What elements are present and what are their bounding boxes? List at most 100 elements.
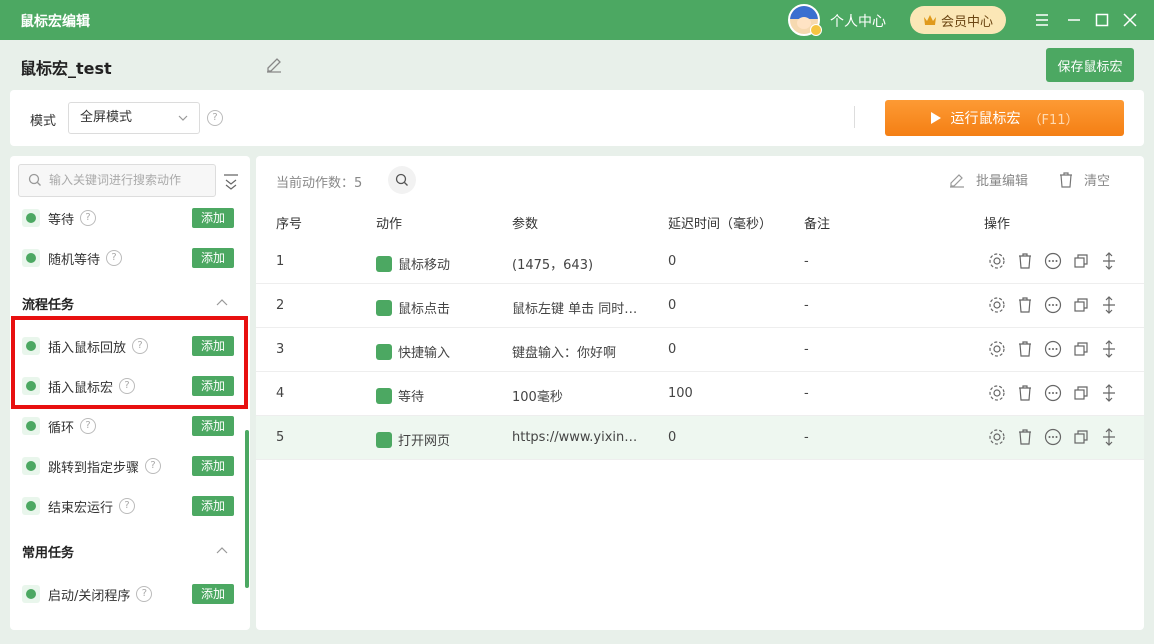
clear-button[interactable]: 清空 bbox=[1058, 170, 1110, 189]
cell-action: 打开网页 bbox=[376, 430, 450, 449]
sidebar-item-wait: 等待 ? 添加 bbox=[22, 206, 234, 230]
program-icon bbox=[22, 585, 40, 603]
settings-icon[interactable] bbox=[988, 252, 1006, 270]
copy-icon[interactable] bbox=[1072, 296, 1090, 314]
close-icon[interactable] bbox=[1120, 10, 1140, 30]
mouse-click-icon bbox=[376, 300, 392, 316]
copy-icon[interactable] bbox=[1072, 340, 1090, 358]
run-macro-button[interactable]: 运行鼠标宏 （F11） bbox=[885, 100, 1124, 136]
cell-note: - bbox=[804, 386, 809, 401]
mode-label: 模式 bbox=[30, 114, 57, 129]
mode-value: 全屏模式 bbox=[80, 110, 133, 125]
minimize-icon[interactable] bbox=[1064, 10, 1084, 30]
add-button[interactable]: 添加 bbox=[192, 248, 234, 268]
row-actions bbox=[988, 296, 1118, 314]
jump-icon bbox=[22, 457, 40, 475]
cell-note: - bbox=[804, 342, 809, 357]
help-icon[interactable]: ? bbox=[136, 586, 153, 602]
action-count: 当前动作数：5 bbox=[276, 176, 363, 191]
delete-icon[interactable] bbox=[1016, 384, 1034, 402]
column-header: 参数 bbox=[512, 217, 539, 232]
sidebar-item-launch-program: 启动/关闭程序 ? 添加 bbox=[22, 582, 234, 606]
action-search-input[interactable]: 输入关键词进行搜索动作 bbox=[18, 164, 216, 197]
drag-handle-icon[interactable] bbox=[1100, 340, 1118, 358]
search-icon bbox=[395, 173, 408, 186]
sidebar-item-jump-step: 跳转到指定步骤 ? 添加 bbox=[22, 454, 234, 478]
collapse-all-icon[interactable] bbox=[222, 172, 240, 190]
highlight-box bbox=[11, 316, 248, 409]
more-icon[interactable] bbox=[1044, 428, 1062, 446]
keyboard-icon bbox=[376, 344, 392, 360]
sidebar-item-loop: 循环 ? 添加 bbox=[22, 414, 234, 438]
more-icon[interactable] bbox=[1044, 384, 1062, 402]
cell-action: 鼠标移动 bbox=[376, 254, 450, 273]
add-button[interactable]: 添加 bbox=[192, 416, 234, 436]
macro-name: 鼠标宏_test bbox=[20, 59, 112, 78]
more-icon[interactable] bbox=[1044, 296, 1062, 314]
add-button[interactable]: 添加 bbox=[192, 584, 234, 604]
delete-icon[interactable] bbox=[1016, 296, 1034, 314]
table-row[interactable]: 5 打开网页 https://www.yixin… 0 - bbox=[256, 416, 1144, 460]
table-row[interactable]: 3 快捷输入 键盘输入：你好啊 0 - bbox=[256, 328, 1144, 372]
action-list-panel: 当前动作数：5 批量编辑 清空 序号 动作 参数 延迟时间（毫秒） 备注 操作 … bbox=[256, 156, 1144, 630]
user-center-link[interactable]: 个人中心 bbox=[830, 11, 886, 31]
action-label: 等待 bbox=[398, 390, 425, 405]
cell-note: - bbox=[804, 298, 809, 313]
cell-param: https://www.yixin… bbox=[512, 430, 638, 445]
help-icon[interactable]: ? bbox=[80, 210, 97, 226]
search-button[interactable] bbox=[388, 166, 416, 194]
crown-icon bbox=[923, 15, 936, 25]
more-icon[interactable] bbox=[1044, 340, 1062, 358]
help-icon[interactable]: ? bbox=[106, 250, 123, 266]
help-icon[interactable]: ? bbox=[145, 458, 162, 474]
add-button[interactable]: 添加 bbox=[192, 496, 234, 516]
settings-icon[interactable] bbox=[988, 428, 1006, 446]
table-row[interactable]: 1 鼠标移动 (1475，643) 0 - bbox=[256, 240, 1144, 284]
drag-handle-icon[interactable] bbox=[1100, 428, 1118, 446]
copy-icon[interactable] bbox=[1072, 252, 1090, 270]
mode-select[interactable]: 全屏模式 bbox=[68, 102, 200, 134]
chevron-up-icon[interactable] bbox=[215, 544, 229, 558]
cell-delay: 0 bbox=[668, 298, 677, 313]
menu-icon[interactable] bbox=[1032, 10, 1052, 30]
row-actions bbox=[988, 252, 1118, 270]
table-header: 序号 动作 参数 延迟时间（毫秒） 备注 操作 bbox=[256, 204, 1144, 240]
cell-index: 2 bbox=[276, 298, 285, 313]
help-icon[interactable]: ? bbox=[80, 418, 97, 434]
chevron-up-icon[interactable] bbox=[215, 296, 229, 310]
delete-icon[interactable] bbox=[1016, 340, 1034, 358]
cell-param: 键盘输入：你好啊 bbox=[512, 346, 617, 361]
delete-icon[interactable] bbox=[1016, 428, 1034, 446]
cell-action: 鼠标点击 bbox=[376, 298, 450, 317]
copy-icon[interactable] bbox=[1072, 384, 1090, 402]
add-button[interactable]: 添加 bbox=[192, 456, 234, 476]
sidebar-scrollbar[interactable] bbox=[245, 430, 249, 588]
help-icon[interactable]: ? bbox=[119, 498, 136, 514]
drag-handle-icon[interactable] bbox=[1100, 384, 1118, 402]
window-title: 鼠标宏编辑 bbox=[20, 14, 90, 30]
bulk-edit-label: 批量编辑 bbox=[976, 174, 1029, 189]
wait-icon bbox=[22, 209, 40, 227]
section-common-tasks[interactable]: 常用任务 bbox=[22, 542, 74, 561]
table-row[interactable]: 2 鼠标点击 鼠标左键 单击 同时… 0 - bbox=[256, 284, 1144, 328]
copy-icon[interactable] bbox=[1072, 428, 1090, 446]
settings-icon[interactable] bbox=[988, 340, 1006, 358]
bulk-edit-button[interactable]: 批量编辑 bbox=[948, 170, 1028, 189]
edit-name-icon[interactable] bbox=[264, 55, 284, 75]
drag-handle-icon[interactable] bbox=[1100, 296, 1118, 314]
play-icon bbox=[931, 112, 942, 124]
settings-icon[interactable] bbox=[988, 296, 1006, 314]
section-flow-tasks[interactable]: 流程任务 bbox=[22, 294, 74, 313]
cell-note: - bbox=[804, 254, 809, 269]
drag-handle-icon[interactable] bbox=[1100, 252, 1118, 270]
settings-icon[interactable] bbox=[988, 384, 1006, 402]
delete-icon[interactable] bbox=[1016, 252, 1034, 270]
vip-center-button[interactable]: 会员中心 bbox=[910, 6, 1006, 34]
help-icon[interactable]: ? bbox=[207, 110, 223, 126]
table-row[interactable]: 4 等待 100毫秒 100 - bbox=[256, 372, 1144, 416]
maximize-icon[interactable] bbox=[1092, 10, 1112, 30]
save-macro-button[interactable]: 保存鼠标宏 bbox=[1046, 48, 1134, 82]
more-icon[interactable] bbox=[1044, 252, 1062, 270]
sidebar-item-label: 等待 bbox=[48, 212, 75, 228]
add-button[interactable]: 添加 bbox=[192, 208, 234, 228]
